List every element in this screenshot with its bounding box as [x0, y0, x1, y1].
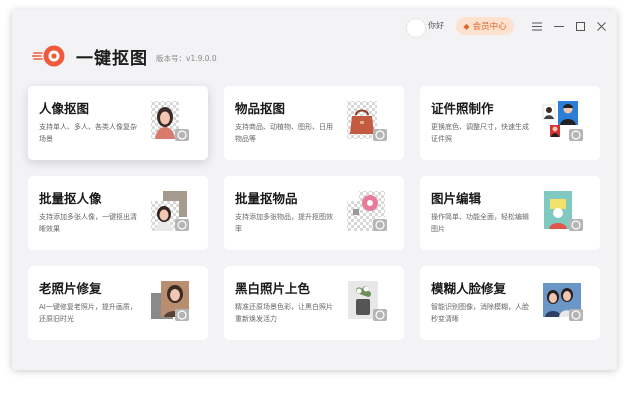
batch-object-thumbnail-icon	[347, 191, 387, 231]
close-icon[interactable]	[593, 17, 609, 35]
maximize-icon[interactable]	[572, 17, 588, 35]
feature-card-blur-face-restore[interactable]: 模糊人脸修复 智能识别图像，消除模糊，人脸秒变清晰	[420, 266, 600, 340]
card-title: 模糊人脸修复	[431, 281, 507, 296]
id-photo-thumbnail-icon	[542, 101, 583, 141]
feature-card-object-cutout[interactable]: 物品抠图 支持商品、动植物、图形、日用物品等	[224, 86, 404, 160]
card-title: 人像抠图	[39, 101, 90, 116]
card-description: 支持单人、多人、各类人像复杂场景	[39, 123, 137, 143]
feature-card-portrait-cutout[interactable]: 人像抠图 支持单人、多人、各类人像复杂场景	[28, 86, 208, 160]
vip-center-button[interactable]: ◆ 会员中心	[456, 17, 514, 35]
card-description: 更换底色、调整尺寸，快速生成证件照	[431, 123, 529, 143]
portrait-thumbnail-icon	[151, 101, 189, 141]
user-greeting[interactable]: 你好	[428, 20, 444, 31]
feature-card-colorize[interactable]: 黑白照片上色 精准还原场景色彩，让黑白照片重新焕发活力	[224, 266, 404, 340]
card-description: 支持添加多张人像，一键抠出清晰效果	[39, 213, 137, 233]
card-description: 智能识别图像，消除模糊，人脸秒变清晰	[431, 303, 529, 323]
feature-card-batch-object[interactable]: 批量抠物品 支持添加多张物品，提升抠图效率	[224, 176, 404, 250]
card-title: 证件照制作	[431, 101, 494, 116]
card-description: 支持商品、动植物、图形、日用物品等	[235, 123, 333, 143]
feature-card-id-photo[interactable]: 证件照制作 更换底色、调整尺寸，快速生成证件照	[420, 86, 600, 160]
vip-center-label: 会员中心	[472, 22, 507, 32]
user-avatar[interactable]	[406, 18, 426, 38]
feature-card-image-edit[interactable]: 图片编辑 操作简单、功能全面，轻松编辑图片	[420, 176, 600, 250]
feature-card-old-photo-restore[interactable]: 老照片修复 AI一键修复老照片，提升画质，还原旧时光	[28, 266, 208, 340]
card-description: AI一键修复老照片，提升画质，还原旧时光	[39, 303, 137, 323]
card-title: 物品抠图	[235, 101, 286, 116]
bag-thumbnail-icon	[347, 101, 387, 141]
menu-icon[interactable]	[529, 17, 545, 35]
card-title: 批量抠物品	[235, 191, 298, 206]
version-label: 版本号：v1.9.0.0	[156, 53, 217, 63]
card-description: 支持添加多张物品，提升抠图效率	[235, 213, 333, 233]
brand-area: 一键抠图 版本号：v1.9.0.0	[31, 42, 217, 70]
batch-portrait-thumbnail-icon	[151, 191, 189, 231]
card-description: 操作简单、功能全面，轻松编辑图片	[431, 213, 529, 233]
minimize-icon[interactable]	[551, 17, 567, 35]
feature-grid: 人像抠图 支持单人、多人、各类人像复杂场景 物品抠图 支持商品、动植物、图形、日…	[28, 86, 600, 340]
image-edit-thumbnail-icon	[544, 191, 583, 231]
title-bar: 你好 ◆ 会员中心	[12, 10, 617, 44]
card-description: 精准还原场景色彩，让黑白照片重新焕发活力	[235, 303, 333, 323]
feature-card-batch-portrait[interactable]: 批量抠人像 支持添加多张人像，一键抠出清晰效果	[28, 176, 208, 250]
app-logo-icon	[31, 44, 66, 68]
old-photo-thumbnail-icon	[151, 281, 189, 321]
face-restore-thumbnail-icon	[543, 283, 583, 321]
card-title: 黑白照片上色	[235, 281, 311, 296]
diamond-icon: ◆	[463, 21, 470, 31]
card-title: 老照片修复	[39, 281, 102, 296]
card-title: 批量抠人像	[39, 191, 102, 206]
app-title: 一键抠图	[76, 48, 148, 69]
app-window: 你好 ◆ 会员中心 一键抠图 版本号：v1.9.0.0 人像抠图 支持单人、多人…	[12, 10, 617, 370]
colorize-thumbnail-icon	[348, 281, 387, 321]
card-title: 图片编辑	[431, 191, 482, 206]
